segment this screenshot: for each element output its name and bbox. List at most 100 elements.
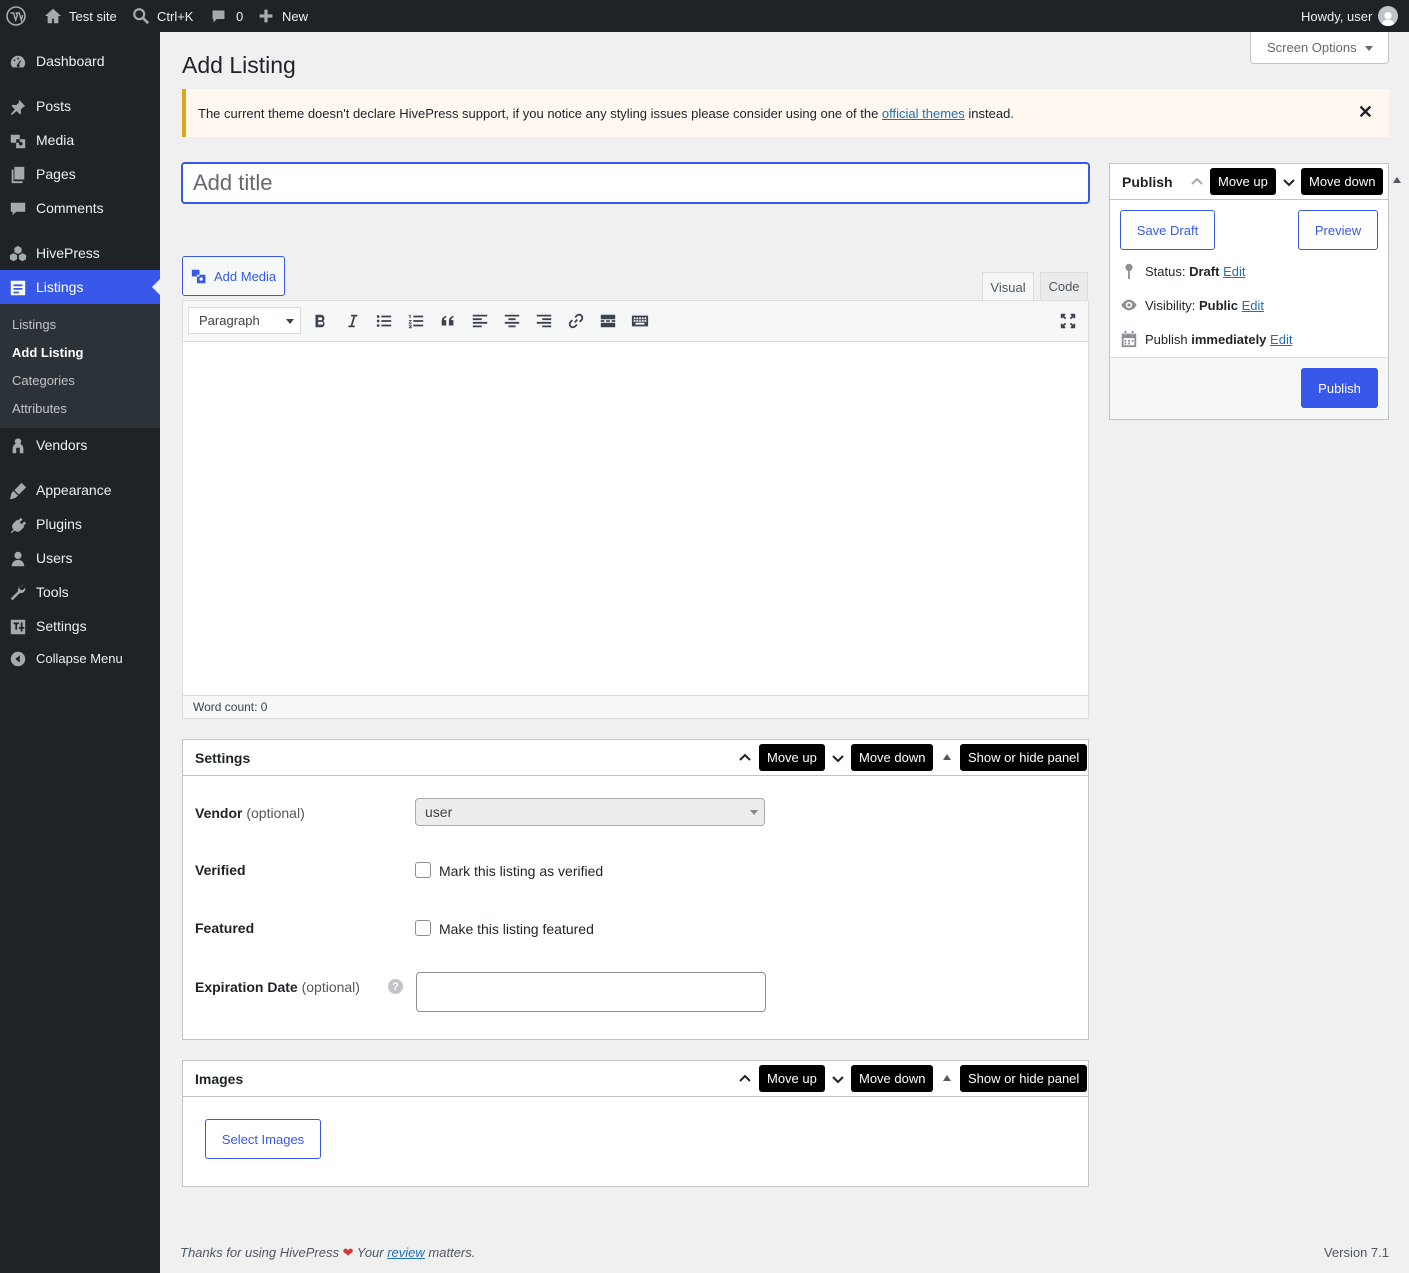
verified-checkbox[interactable] — [415, 862, 431, 878]
sidebar-item-appearance[interactable]: Appearance — [0, 473, 160, 507]
sidebar-item-tools[interactable]: Tools — [0, 575, 160, 609]
sidebar-item-pages[interactable]: Pages — [0, 157, 160, 191]
blockquote-icon[interactable] — [436, 310, 460, 332]
review-link[interactable]: review — [387, 1245, 425, 1260]
chevron-up-icon[interactable] — [735, 1069, 755, 1089]
publish-box: Publish Move up Move down Save Draft Pre… — [1109, 163, 1389, 420]
vendors-icon — [8, 436, 28, 456]
sidebar-item-users[interactable]: Users — [0, 541, 160, 575]
chevron-down-icon[interactable] — [828, 748, 848, 768]
help-icon[interactable]: ? — [388, 979, 403, 994]
edit-visibility-link[interactable]: Edit — [1242, 298, 1264, 313]
italic-icon[interactable] — [340, 310, 364, 332]
pin-icon — [1125, 263, 1133, 280]
sidebar-item-settings[interactable]: Settings — [0, 609, 160, 643]
toolbar-toggle-icon[interactable] — [628, 310, 652, 332]
panel-toggle-arrow-icon[interactable] — [1393, 177, 1401, 183]
publish-box-title: Publish — [1122, 174, 1173, 190]
official-themes-link[interactable]: official themes — [882, 106, 965, 121]
publish-button[interactable]: Publish — [1301, 368, 1378, 408]
search-link[interactable]: Ctrl+K — [132, 0, 193, 32]
sidebar-item-vendors[interactable]: Vendors — [0, 428, 160, 462]
collapse-menu-button[interactable]: Collapse Menu — [0, 641, 160, 675]
panel-toggle-arrow-icon[interactable] — [943, 1075, 951, 1081]
sidebar-item-media[interactable]: Media — [0, 123, 160, 157]
page-title: Add Listing — [182, 52, 296, 78]
footer-matters-text: matters. — [424, 1245, 476, 1260]
numbered-list-icon[interactable] — [404, 310, 428, 332]
editor-toolbar: Paragraph — [183, 301, 1088, 342]
preview-button[interactable]: Preview — [1298, 210, 1378, 250]
chevron-down-icon[interactable] — [1279, 172, 1299, 192]
sidebar-item-plugins[interactable]: Plugins — [0, 507, 160, 541]
site-name: Test site — [69, 8, 117, 24]
format-select-value: Paragraph — [199, 313, 260, 328]
add-media-label: Add Media — [214, 268, 277, 284]
expiration-date-input[interactable] — [416, 972, 766, 1012]
sidebar-item-label: HivePress — [36, 245, 100, 261]
bold-icon[interactable] — [308, 310, 332, 332]
my-account[interactable]: Howdy, user — [1301, 0, 1399, 32]
optional-text: (optional) — [301, 979, 360, 995]
align-left-icon[interactable] — [468, 310, 492, 332]
select-images-button[interactable]: Select Images — [205, 1119, 321, 1159]
new-content-link[interactable]: New — [258, 0, 308, 32]
submenu-item-add-listing[interactable]: Add Listing — [12, 345, 84, 360]
fullscreen-icon[interactable] — [1056, 310, 1080, 332]
chevron-up-icon[interactable] — [1187, 172, 1207, 192]
sidebar-item-comments[interactable]: Comments — [0, 191, 160, 225]
sidebar-item-hivepress[interactable]: HivePress — [0, 236, 160, 270]
add-media-button[interactable]: Add Media — [182, 256, 285, 296]
search-icon — [133, 8, 150, 25]
tab-visual[interactable]: Visual — [982, 272, 1034, 302]
sidebar-item-label: Posts — [36, 98, 72, 114]
images-box: Images Move up Move down Show or hide pa… — [182, 1060, 1089, 1187]
sidebar-item-label: Vendors — [36, 437, 88, 453]
submenu-item-attributes[interactable]: Attributes — [12, 401, 67, 416]
sidebar-item-label: Plugins — [36, 516, 82, 532]
submenu-item-listings[interactable]: Listings — [12, 317, 56, 332]
schedule-row: Publish immediately Edit — [1120, 330, 1292, 348]
publish-value: immediately — [1191, 331, 1267, 347]
media-icon — [8, 131, 28, 151]
new-label: New — [282, 8, 309, 24]
notice-text: The current theme doesn't declare HivePr… — [198, 106, 1014, 121]
publish-box-header: Publish Move up Move down — [1110, 164, 1388, 200]
sidebar-item-dashboard[interactable]: Dashboard — [0, 44, 160, 78]
featured-checkbox[interactable] — [415, 920, 431, 936]
screen-options-button[interactable]: Screen Options — [1250, 32, 1389, 64]
save-draft-button[interactable]: Save Draft — [1120, 210, 1215, 250]
tab-code[interactable]: Code — [1040, 272, 1088, 301]
title-input[interactable] — [181, 162, 1090, 204]
sidebar-item-posts[interactable]: Posts — [0, 89, 160, 123]
align-right-icon[interactable] — [532, 310, 556, 332]
link-icon[interactable] — [564, 310, 588, 332]
howdy-text: Howdy, user — [1301, 8, 1373, 24]
submenu-item-categories[interactable]: Categories — [12, 373, 75, 388]
site-name-link[interactable]: Test site — [44, 0, 117, 32]
media-icon — [191, 269, 206, 283]
vendor-select[interactable]: user — [415, 798, 765, 826]
edit-schedule-link[interactable]: Edit — [1270, 332, 1292, 347]
verified-checkbox-label: Mark this listing as verified — [439, 863, 604, 879]
sidebar-item-listings[interactable]: Listings — [0, 270, 160, 304]
chevron-down-icon[interactable] — [828, 1069, 848, 1089]
footer-thanks: Thanks for using HivePress ❤ Your review… — [180, 1245, 475, 1261]
optional-text: (optional) — [246, 805, 305, 821]
read-more-icon[interactable] — [596, 310, 620, 332]
format-select[interactable]: Paragraph — [188, 307, 301, 334]
hivepress-icon — [8, 244, 28, 264]
comments-link[interactable]: 0 — [210, 0, 243, 32]
panel-toggle-arrow-icon[interactable] — [943, 754, 951, 760]
calendar-icon — [1121, 330, 1137, 348]
wordpress-logo-icon[interactable] — [6, 0, 28, 32]
edit-status-link[interactable]: Edit — [1223, 264, 1245, 279]
images-box-header: Images Move up Move down Show or hide pa… — [183, 1061, 1088, 1097]
bulleted-list-icon[interactable] — [372, 310, 396, 332]
align-center-icon[interactable] — [500, 310, 524, 332]
visibility-label: Visibility: — [1145, 297, 1196, 313]
dismiss-notice-icon[interactable]: ✕ — [1358, 102, 1373, 123]
chevron-up-icon[interactable] — [735, 748, 755, 768]
status-value: Draft — [1189, 263, 1220, 279]
move-down-tooltip: Move down — [851, 744, 934, 771]
